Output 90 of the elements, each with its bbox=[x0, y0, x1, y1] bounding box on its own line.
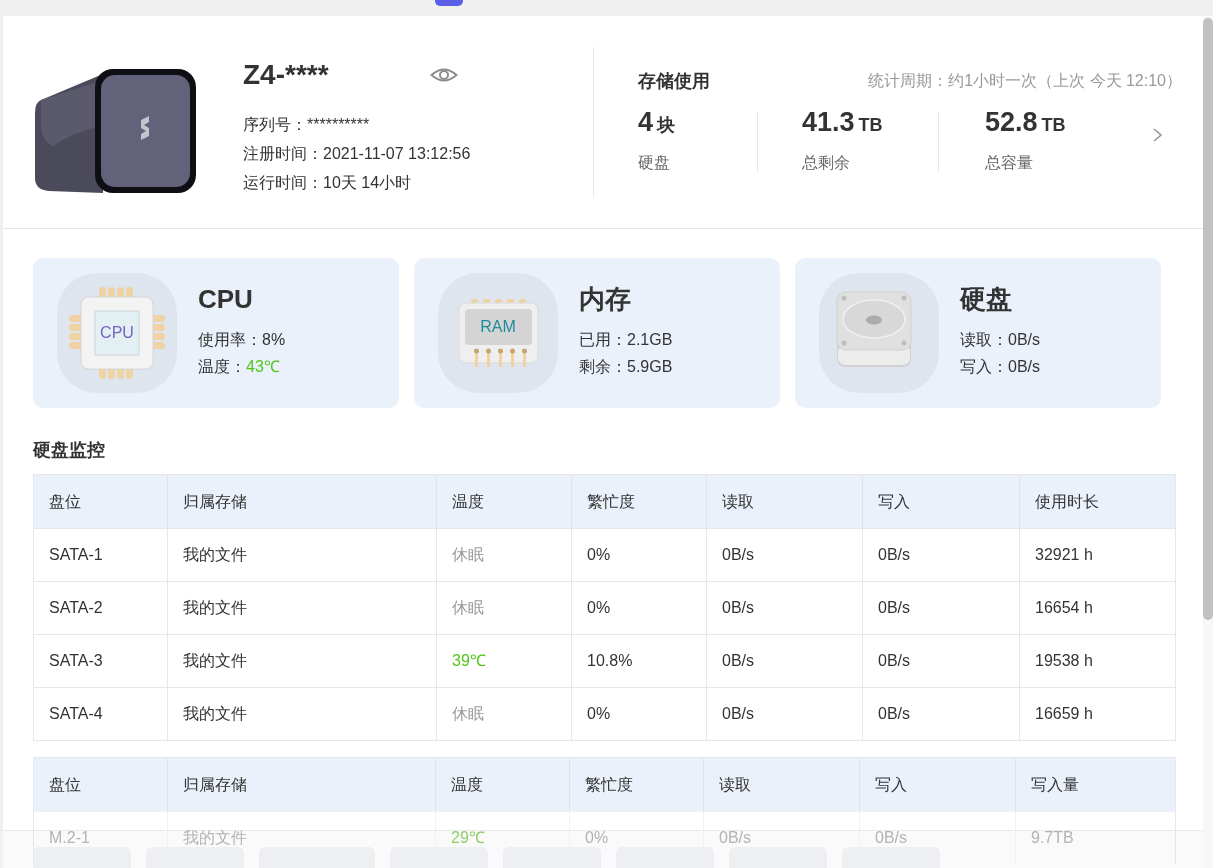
table-cell-text: 0B/s bbox=[722, 704, 754, 724]
scrollbar-thumb[interactable] bbox=[1203, 18, 1213, 620]
table-cell-text: 0B/s bbox=[719, 828, 751, 848]
info-value: ********** bbox=[307, 115, 370, 135]
card-title: 硬盘 bbox=[960, 284, 1012, 314]
table-cell-text: 39℃ bbox=[452, 651, 486, 671]
info-label: 序列号： bbox=[243, 115, 307, 135]
table-cell-text: SATA-2 bbox=[49, 598, 103, 618]
table-cell-text: 0B/s bbox=[722, 545, 754, 565]
column-header: 繁忙度 bbox=[585, 774, 633, 795]
info-label: 注册时间： bbox=[243, 144, 323, 164]
table-cell-text: 0% bbox=[587, 598, 611, 618]
table-cell-text: 0B/s bbox=[878, 704, 910, 724]
table-cell-text: 我的文件 bbox=[183, 704, 247, 724]
column-header: 使用时长 bbox=[1035, 491, 1099, 512]
table-cell-text: SATA-1 bbox=[49, 545, 103, 565]
table-cell-text: 0B/s bbox=[722, 651, 754, 671]
column-header: 温度 bbox=[452, 491, 484, 512]
table-cell-text: SATA-4 bbox=[49, 704, 103, 724]
table-cell-text: 0B/s bbox=[722, 598, 754, 618]
metric-label: 写入： bbox=[960, 357, 1008, 377]
column-header: 读取 bbox=[719, 774, 751, 795]
memory-module-icon bbox=[438, 273, 558, 393]
table-cell-text: 休眠 bbox=[452, 598, 484, 618]
section-title: 存储使用 bbox=[638, 70, 710, 93]
info-label: 运行时间： bbox=[243, 173, 323, 193]
metric-label: 温度： bbox=[198, 357, 246, 377]
stat-unit: TB bbox=[858, 114, 883, 137]
column-header: 写入量 bbox=[1031, 774, 1079, 795]
metric-label: 已用： bbox=[579, 330, 627, 350]
column-header: 盘位 bbox=[49, 774, 81, 795]
table-cell-text: 0B/s bbox=[878, 651, 910, 671]
column-header: 归属存储 bbox=[183, 774, 247, 795]
table-cell-text: 我的文件 bbox=[183, 651, 247, 671]
column-header: 归属存储 bbox=[183, 491, 247, 512]
metric-value: 0B/s bbox=[1008, 357, 1040, 377]
table-cell-text: 16654 h bbox=[1035, 598, 1093, 618]
chip-label: RAM bbox=[480, 317, 516, 337]
stat-label: 硬盘 bbox=[638, 154, 670, 171]
stat-value: 4 bbox=[638, 106, 654, 138]
table-cell-text: 0B/s bbox=[878, 598, 910, 618]
section-title: 硬盘监控 bbox=[33, 440, 105, 460]
metric-value: 8% bbox=[262, 330, 286, 350]
metric-value: 2.1GB bbox=[627, 330, 673, 350]
chevron-right-icon[interactable] bbox=[1153, 128, 1162, 142]
column-header: 读取 bbox=[722, 491, 754, 512]
stat-unit: 块 bbox=[657, 114, 676, 137]
info-value: 2021-11-07 13:12:56 bbox=[323, 144, 471, 164]
table-cell-text: 0B/s bbox=[878, 545, 910, 565]
metric-label: 使用率： bbox=[198, 330, 262, 350]
app-icon bbox=[435, 0, 463, 6]
info-value: 10天 14小时 bbox=[323, 173, 412, 193]
metric-label: 剩余： bbox=[579, 357, 627, 377]
table-cell-text: M.2-1 bbox=[49, 828, 90, 848]
table-cell-text: 0% bbox=[585, 828, 609, 848]
stat-label: 总剩余 bbox=[802, 154, 850, 171]
column-header: 写入 bbox=[875, 774, 907, 795]
table-cell-text: 休眠 bbox=[452, 704, 484, 724]
metric-label: 读取： bbox=[960, 330, 1008, 350]
card-title: 内存 bbox=[579, 284, 631, 314]
update-period: 统计周期：约1小时一次（上次 今天 12:10） bbox=[868, 71, 1182, 91]
device-name: Z4-**** bbox=[243, 58, 329, 92]
table-cell-text: 32921 h bbox=[1035, 545, 1093, 565]
table-cell-text: 10.8% bbox=[587, 651, 633, 671]
stat-label: 总容量 bbox=[985, 154, 1033, 171]
column-header: 温度 bbox=[451, 774, 483, 795]
table-cell-text: 29℃ bbox=[451, 828, 485, 848]
card-title: CPU bbox=[198, 284, 253, 314]
metric-value: 43℃ bbox=[246, 357, 280, 377]
metric-value: 0B/s bbox=[1008, 330, 1040, 350]
table-cell-text: 9.7TB bbox=[1031, 828, 1074, 848]
table-cell-text: 我的文件 bbox=[183, 828, 247, 848]
table-cell-text: 我的文件 bbox=[183, 545, 247, 565]
table-cell-text: 19538 h bbox=[1035, 651, 1093, 671]
table-cell-text: 我的文件 bbox=[183, 598, 247, 618]
table-cell-text: 0% bbox=[587, 545, 611, 565]
table-cell-text: 16659 h bbox=[1035, 704, 1093, 724]
stat-value: 41.3 bbox=[802, 106, 855, 138]
column-header: 写入 bbox=[878, 491, 910, 512]
cpu-chip-icon bbox=[57, 273, 177, 393]
column-header: 繁忙度 bbox=[587, 491, 635, 512]
column-header: 盘位 bbox=[49, 491, 81, 512]
chip-label: CPU bbox=[100, 323, 134, 343]
stat-unit: TB bbox=[1041, 114, 1066, 137]
table-cell-text: 0% bbox=[587, 704, 611, 724]
table-cell-text: 0B/s bbox=[875, 828, 907, 848]
metric-value: 5.9GB bbox=[627, 357, 673, 377]
table-cell-text: SATA-3 bbox=[49, 651, 103, 671]
stat-value: 52.8 bbox=[985, 106, 1038, 138]
table-cell-text: 休眠 bbox=[452, 545, 484, 565]
